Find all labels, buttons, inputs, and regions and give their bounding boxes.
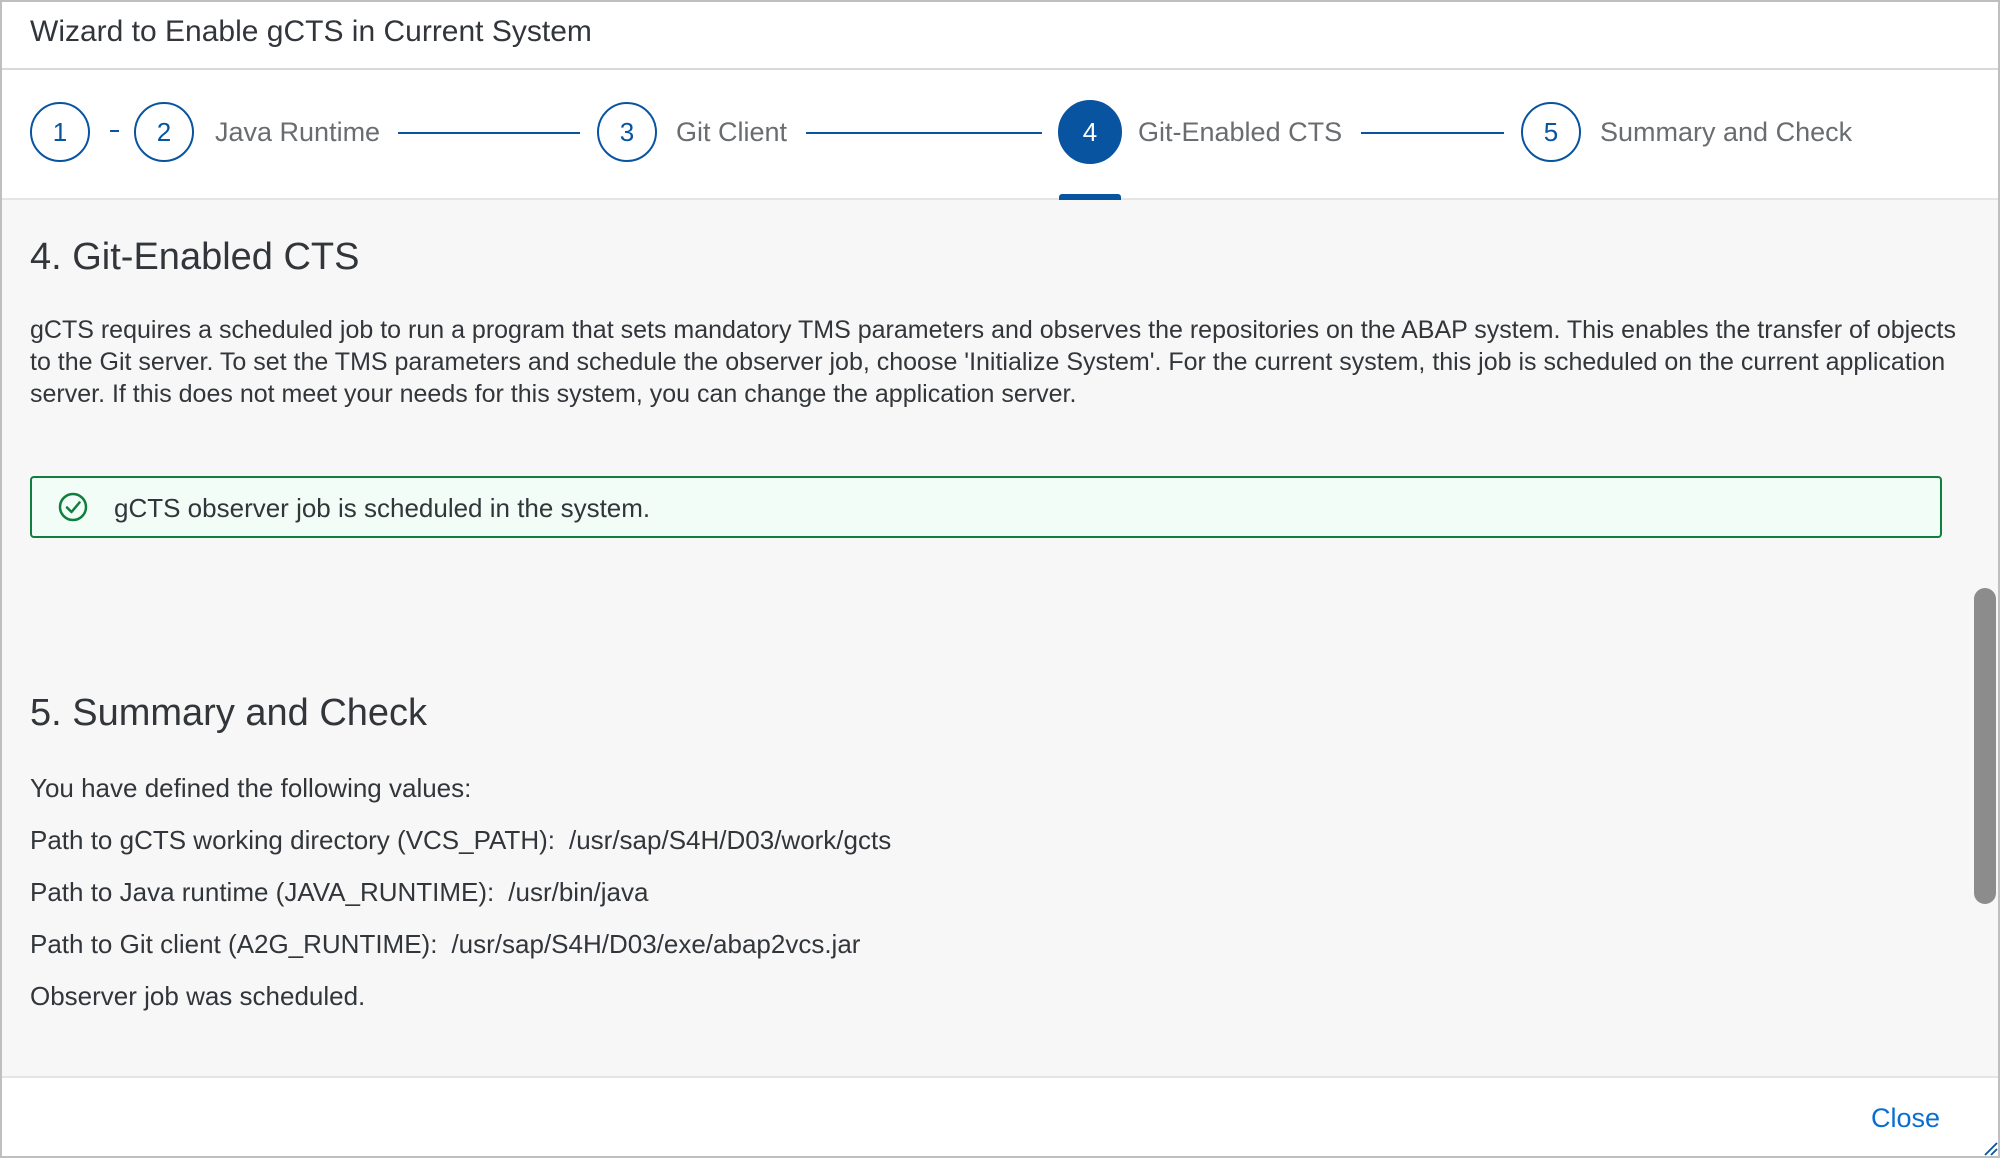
summary-item-value: /usr/bin/java [508, 877, 649, 907]
step-5-label[interactable]: Summary and Check [1600, 116, 1852, 148]
step-connector-2 [398, 132, 580, 134]
step-connector-4 [1361, 132, 1504, 134]
summary-item-java-runtime: Path to Java runtime (JAVA_RUNTIME): /usr… [30, 876, 648, 908]
summary-intro: You have defined the following values: [30, 773, 472, 803]
step-5-circle[interactable]: 5 [1521, 102, 1581, 162]
section-4-description: gCTS requires a scheduled job to run a p… [30, 316, 1957, 408]
wizard-dialog: Wizard to Enable gCTS in Current System … [0, 0, 2000, 1158]
step-connector-1 [110, 130, 119, 132]
success-message-strip: gCTS observer job is scheduled in the sy… [30, 476, 1942, 538]
step-4-label[interactable]: Git-Enabled CTS [1138, 116, 1342, 148]
step-2-circle[interactable]: 2 [134, 102, 194, 162]
wizard-content: 4. Git-Enabled CTS gCTS requires a sched… [0, 200, 1972, 1076]
dialog-footer: Close [0, 1076, 2000, 1158]
dialog-title: Wizard to Enable gCTS in Current System [30, 15, 592, 48]
success-message-text: gCTS observer job is scheduled in the sy… [114, 493, 651, 523]
step-3-number: 3 [619, 116, 635, 147]
step-4-number: 4 [1082, 116, 1098, 147]
summary-item-vcs-path: Path to gCTS working directory (VCS_PATH… [30, 824, 891, 856]
dialog-header: Wizard to Enable gCTS in Current System [0, 0, 2000, 70]
summary-item-value: /usr/sap/S4H/D03/work/gcts [568, 825, 892, 855]
step-1-circle[interactable]: 1 [30, 102, 90, 162]
step-4-circle[interactable]: 4 [1058, 100, 1122, 164]
scrollbar-thumb[interactable] [1974, 588, 1996, 904]
wizard-progress-bar: 1 2 Java Runtime 3 Git Client 4 Git-Enab… [0, 70, 2000, 200]
summary-observer-note: Observer job was scheduled. [30, 981, 366, 1011]
step-3-label[interactable]: Git Client [676, 116, 787, 148]
summary-item-value: /usr/sap/S4H/D03/exe/abap2vcs.jar [451, 929, 861, 959]
step-5-number: 5 [1543, 116, 1559, 147]
step-1-number: 1 [52, 116, 68, 147]
section-4-title: 4. Git-Enabled CTS [30, 236, 360, 278]
summary-item-label: Path to Java runtime (JAVA_RUNTIME): [30, 877, 495, 907]
step-3-circle[interactable]: 3 [597, 102, 657, 162]
summary-item-a2g-runtime: Path to Git client (A2G_RUNTIME): /usr/sa… [30, 928, 860, 960]
section-5-title: 5. Summary and Check [30, 692, 428, 734]
step-2-number: 2 [156, 116, 172, 147]
step-connector-3 [806, 132, 1042, 134]
success-check-icon [58, 492, 88, 522]
step-2-label[interactable]: Java Runtime [215, 116, 380, 148]
summary-item-label: Path to gCTS working directory (VCS_PATH… [30, 825, 555, 855]
close-button[interactable]: Close [1871, 1102, 1940, 1134]
summary-item-label: Path to Git client (A2G_RUNTIME): [30, 929, 438, 959]
resize-handle-icon[interactable] [1980, 1138, 1998, 1156]
